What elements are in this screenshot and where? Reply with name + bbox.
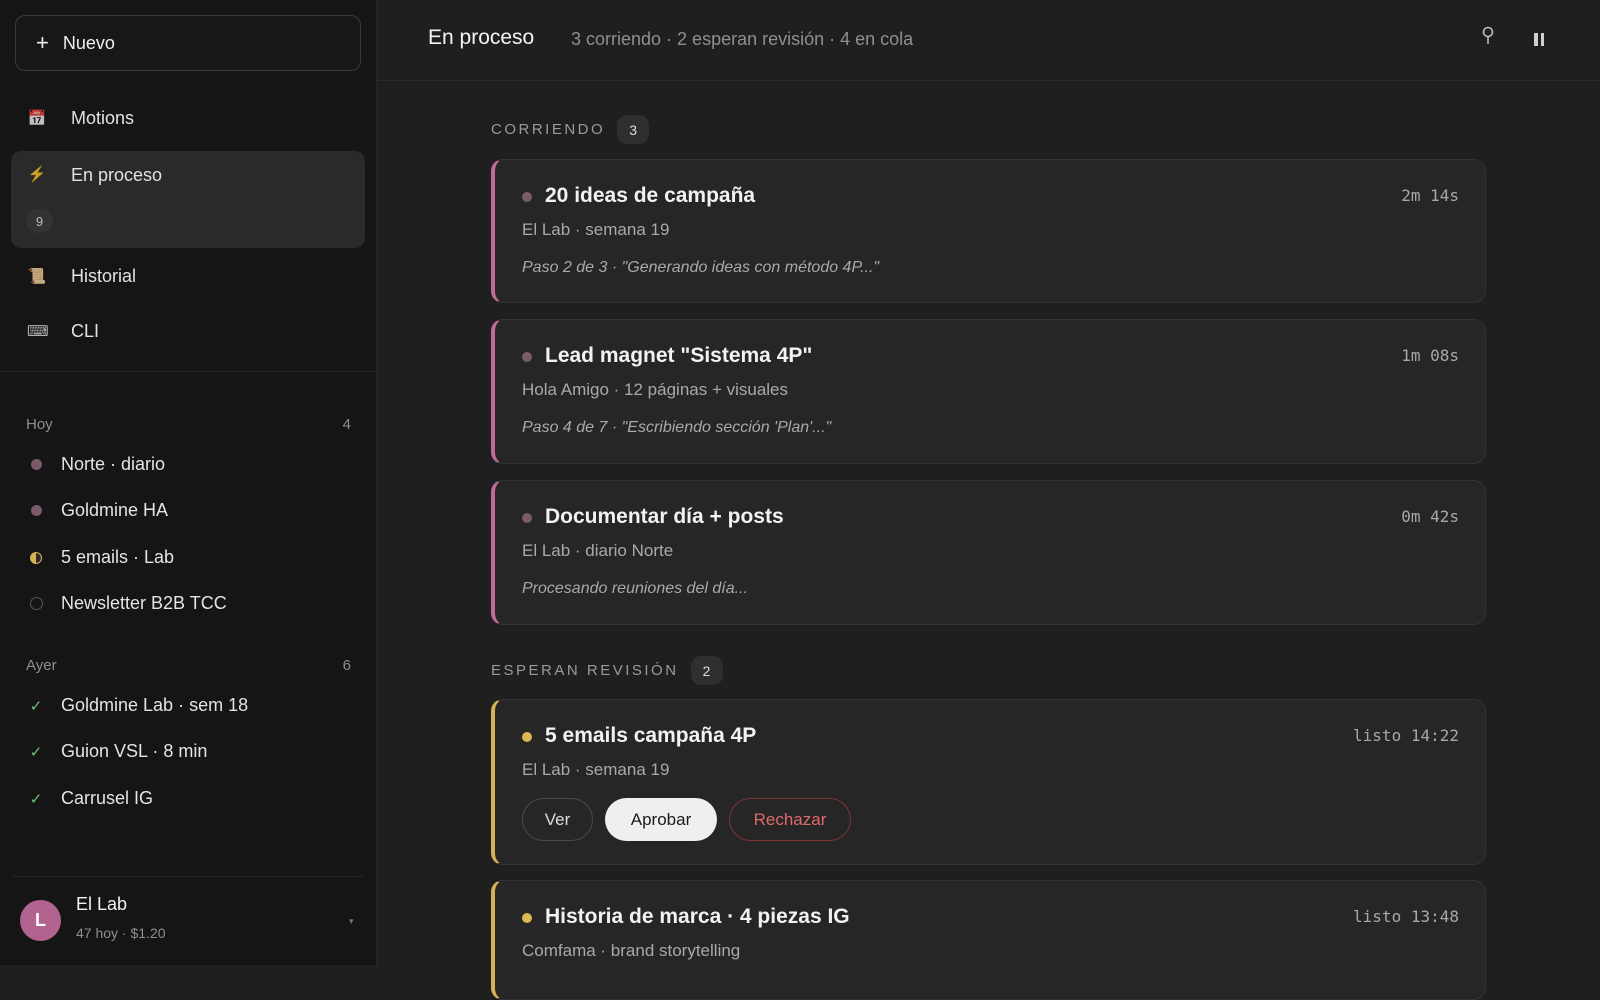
divider [0,371,377,372]
section-header-review: ESPERAN REVISIÓN 2 [491,656,723,685]
job-title: Historia de marca · 4 piezas IG [545,905,850,928]
pause-icon[interactable] [1534,33,1544,46]
job-finished-time: listo 14:22 [1353,726,1459,745]
review-card[interactable]: Historia de marca · 4 piezas IG listo 13… [491,880,1486,1000]
sidebar-item-label: Motions [71,107,135,128]
plus-icon: + [36,30,49,55]
history-item[interactable]: ✓ Guion VSL · 8 min [26,741,356,762]
section-count-badge: 3 [617,115,650,144]
group-label: Ayer [26,657,57,674]
history-item-label: Guion VSL · 8 min [61,741,208,761]
history-item-label: Carrusel IG [61,788,154,808]
page-summary: 3 corriendo · 2 esperan revisión · 4 en … [571,29,914,49]
history-item-label: Norte · diario [61,454,166,474]
review-card[interactable]: 5 emails campaña 4P listo 14:22 El Lab ·… [491,699,1486,865]
status-dot-icon [522,192,532,202]
status-dot-icon [26,505,46,516]
history-item[interactable]: 5 emails · Lab [26,547,356,568]
reject-button[interactable]: Rechazar [729,798,851,841]
sidebar-item-historial[interactable]: 📜 Historial [11,251,365,301]
history-item-label: 5 emails · Lab [61,547,175,567]
job-step: Procesando reuniones del día... [522,580,748,597]
page-title: En proceso [428,26,535,49]
section-count-badge: 2 [690,656,723,685]
job-step: Paso 4 de 7 · "Escribiendo sección 'Plan… [522,419,832,436]
sidebar-item-en-proceso[interactable]: ⚡ En proceso 9 [11,151,365,248]
sidebar: + Nuevo 📅 Motions ⚡ En proceso 9 📜 Histo… [0,0,377,965]
avatar: L [20,900,61,941]
history-item-label: Newsletter B2B TCC [61,593,227,613]
history-item-label: Goldmine Lab · sem 18 [61,695,249,715]
sidebar-item-label: En proceso [71,165,163,185]
view-button[interactable]: Ver [522,798,593,841]
group-count: 4 [342,416,351,433]
lightning-icon: ⚡ [27,166,47,183]
new-button-label: Nuevo [62,32,115,53]
job-title: Lead magnet "Sistema 4P" [545,344,813,367]
history-item[interactable]: Newsletter B2B TCC [26,593,356,614]
new-button[interactable]: + Nuevo [15,15,361,71]
history-item[interactable]: Goldmine HA [26,500,356,521]
job-context: Hola Amigo · 12 páginas + visuales [522,380,789,399]
approve-button[interactable]: Aprobar [605,798,717,841]
job-card[interactable]: Documentar día + posts 0m 42s El Lab · d… [491,480,1486,625]
sidebar-item-cli[interactable]: ⌨ CLI [11,306,365,356]
check-icon: ✓ [29,743,43,761]
job-card[interactable]: Lead magnet "Sistema 4P" 1m 08s Hola Ami… [491,319,1486,464]
job-elapsed: 0m 42s [1401,507,1459,526]
sidebar-item-label: CLI [71,320,100,341]
group-count: 6 [342,657,351,674]
job-context: El Lab · diario Norte [522,541,674,560]
empty-circle-icon [26,597,46,610]
section-label: CORRIENDO [491,121,606,138]
section-header-running: CORRIENDO 3 [491,115,650,144]
sidebar-item-label: Historial [71,265,137,286]
chevron-down-icon[interactable]: ▾ [349,916,354,927]
user-name: El Lab [76,894,128,914]
job-title: 5 emails campaña 4P [545,724,757,747]
check-icon: ✓ [29,790,43,808]
status-dot-icon [522,732,532,742]
job-step: Paso 2 de 3 · "Generando ideas con métod… [522,259,880,276]
job-finished-time: listo 13:48 [1353,907,1459,926]
history-item[interactable]: Norte · diario [26,454,356,475]
divider [12,876,364,877]
history-item-label: Goldmine HA [61,500,169,520]
job-title: 20 ideas de campaña [545,184,756,207]
keyboard-icon: ⌨ [27,323,49,340]
history-item[interactable]: ✓ Goldmine Lab · sem 18 [26,695,356,716]
check-icon: ✓ [29,697,43,715]
job-elapsed: 1m 08s [1401,346,1459,365]
job-context: El Lab · semana 19 [522,220,670,239]
group-header-ayer: Ayer 6 [26,657,351,674]
scroll-icon: 📜 [27,268,47,285]
page-header: En proceso 3 corriendo · 2 esperan revis… [377,0,1600,81]
job-context: Comfama · brand storytelling [522,941,741,960]
job-title: Documentar día + posts [545,505,784,528]
job-card[interactable]: 20 ideas de campaña 2m 14s El Lab · sema… [491,159,1486,303]
group-label: Hoy [26,416,53,433]
group-header-hoy: Hoy 4 [26,416,351,433]
status-dot-icon [522,352,532,362]
count-badge: 9 [26,209,53,233]
user-usage: 47 hoy · $1.20 [76,925,166,941]
job-context: El Lab · semana 19 [522,760,670,779]
pin-icon[interactable] [1481,26,1495,51]
job-elapsed: 2m 14s [1401,186,1459,205]
sidebar-item-motions[interactable]: 📅 Motions [11,93,365,143]
status-dot-icon [26,459,46,470]
history-item[interactable]: ✓ Carrusel IG [26,788,356,809]
status-dot-icon [522,513,532,523]
status-dot-icon [522,913,532,923]
half-circle-icon [26,551,46,564]
section-label: ESPERAN REVISIÓN [491,662,679,679]
calendar-icon: 📅 [27,110,47,127]
user-menu[interactable]: L El Lab 47 hoy · $1.20 ▾ [0,876,377,965]
